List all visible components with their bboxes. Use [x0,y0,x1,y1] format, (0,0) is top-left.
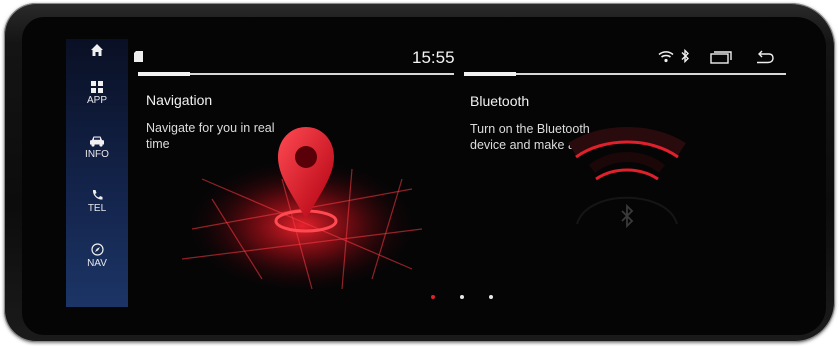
sidebar-item-nav[interactable]: NAV [66,243,128,269]
divider-left [190,73,454,75]
navigation-title: Navigation [146,92,213,108]
back-icon[interactable] [756,50,774,64]
pager-dot-3[interactable] [489,295,493,299]
sidebar-item-label: NAV [87,258,107,269]
page-indicator-right [464,72,516,76]
recent-apps-icon[interactable] [710,51,732,64]
bluetooth-title: Bluetooth [470,93,530,109]
phone-icon [92,190,103,200]
bluetooth-icon [681,49,689,63]
sidebar-item-app[interactable]: APP [66,81,128,106]
sidebar-item-label: TEL [87,203,107,214]
sidebar-item-label: INFO [85,149,109,160]
page-indicator-left [138,72,190,76]
home-icon [91,44,103,56]
display-screen: APP INFO TEL NAV 15:55 Navigation Naviga… [22,17,826,335]
bluetooth-icon [621,203,634,229]
app-grid-icon [91,81,103,93]
sd-card-icon [134,51,143,62]
car-icon [90,136,104,147]
sidebar-item-tel[interactable]: TEL [66,189,128,214]
head-unit-bezel: APP INFO TEL NAV 15:55 Navigation Naviga… [4,3,835,342]
bluetooth-illustration [568,127,686,229]
pager-dot-2[interactable] [460,295,464,299]
divider-right [516,73,786,75]
wifi-icon [658,51,674,63]
map-pin-illustration [181,127,423,290]
compass-icon [90,243,104,256]
sidebar-item-info[interactable]: INFO [66,135,128,160]
pager-dot-1[interactable] [431,295,435,299]
sidebar-item-home[interactable] [66,43,128,57]
clock-time: 15:55 [412,48,455,67]
sidebar: APP INFO TEL NAV [66,39,128,307]
sidebar-item-label: APP [86,95,107,106]
